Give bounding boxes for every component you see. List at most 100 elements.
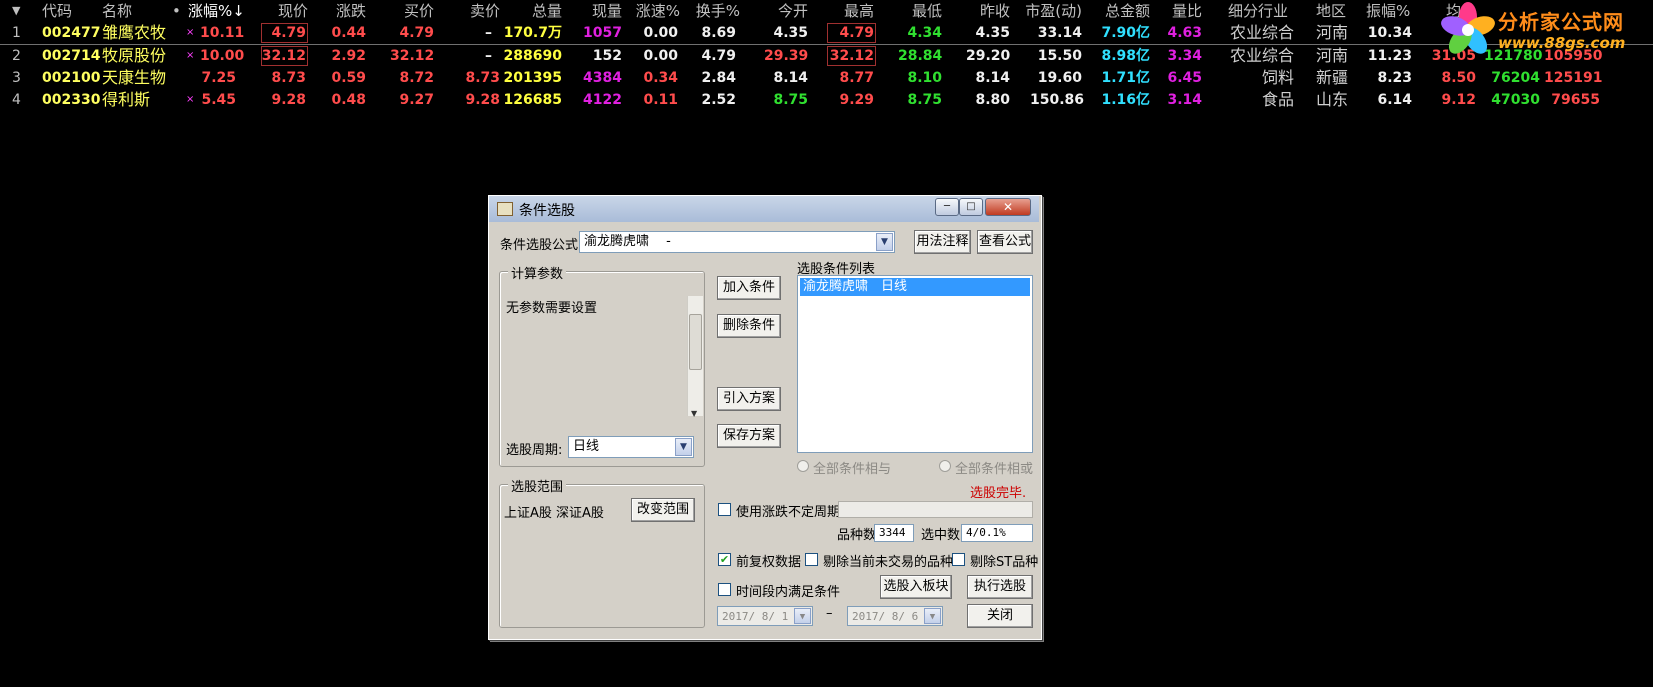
row-bid: 8.72 xyxy=(399,70,434,86)
col-low[interactable]: 最低 xyxy=(898,0,942,22)
row-industry: 饲料 xyxy=(1261,68,1294,87)
maximize-button[interactable]: □ xyxy=(959,198,983,216)
scope-text: 上证A股 深证A股 xyxy=(504,506,604,521)
row-price: 32.12 xyxy=(260,45,309,67)
chevron-down-icon[interactable]: ▼ xyxy=(675,438,692,456)
col-pe[interactable]: 市盈(动) xyxy=(1022,0,1082,22)
formula-select[interactable]: 渝龙腾虎啸 - ▼ xyxy=(579,231,895,253)
params-scrollbar[interactable]: ▼ xyxy=(687,296,703,418)
count-label: 品种数 xyxy=(837,528,877,543)
scroll-down-icon[interactable]: ▼ xyxy=(691,409,697,418)
usage-notes-button[interactable]: 用法注释 xyxy=(914,230,971,254)
row-region: 新疆 xyxy=(1316,68,1349,87)
table-row[interactable]: 3 002100 天康生物 7.25 8.73 0.59 8.72 8.73 2… xyxy=(0,67,1653,89)
add-condition-button[interactable]: 加入条件 xyxy=(717,276,781,300)
delete-condition-button[interactable]: 删除条件 xyxy=(717,314,781,338)
col-amp[interactable]: 振幅% xyxy=(1366,0,1410,22)
row-amount: 8.98亿 xyxy=(1101,48,1150,64)
row-mark: × xyxy=(186,27,195,38)
row-curvol: 4384 xyxy=(583,70,622,86)
exclude-no-trade-checkbox[interactable] xyxy=(805,553,818,566)
chevron-down-icon[interactable]: ▼ xyxy=(876,233,893,251)
close-button[interactable]: 关闭 xyxy=(967,604,1033,628)
flex-period-field[interactable] xyxy=(838,501,1033,518)
selected-label: 选中数 xyxy=(921,528,961,543)
list-item[interactable]: 渝龙腾虎啸 日线 xyxy=(800,278,1030,296)
table-row[interactable]: 2 002714 牧原股份 × 10.00 32.12 2.92 32.12 –… xyxy=(0,45,1653,67)
col-amount[interactable]: 总金额 xyxy=(1100,0,1150,22)
col-curvol[interactable]: 现量 xyxy=(578,0,622,22)
row-index: 2 xyxy=(12,48,21,64)
date-from-field[interactable]: 2017/ 8/ 1 ▼ xyxy=(717,606,813,626)
col-bid[interactable]: 买价 xyxy=(390,0,434,22)
logo-title: 分析家公式网 xyxy=(1498,10,1624,34)
row-prev: 8.14 xyxy=(975,70,1010,86)
row-vr: 3.34 xyxy=(1167,48,1202,64)
col-pct[interactable]: 涨幅%↓ xyxy=(188,0,245,22)
col-industry[interactable]: 细分行业 xyxy=(1228,0,1288,22)
view-formula-button[interactable]: 查看公式 xyxy=(977,230,1033,254)
row-vr: 3.14 xyxy=(1167,92,1202,108)
row-index: 4 xyxy=(12,92,21,108)
menu-arrow-icon[interactable]: ▼ xyxy=(12,0,20,22)
col-speed[interactable]: 涨速% xyxy=(630,0,680,22)
radio-or-label: 全部条件相或 xyxy=(955,462,1034,477)
time-range-label: 时间段内满足条件 xyxy=(736,585,841,600)
col-high[interactable]: 最高 xyxy=(830,0,874,22)
pinwheel-logo-icon xyxy=(1441,2,1495,54)
selected-field: 4/0.1% xyxy=(961,524,1033,542)
scope-group-label: 选股范围 xyxy=(508,476,567,495)
col-region[interactable]: 地区 xyxy=(1316,0,1346,22)
col-vol[interactable]: 总量 xyxy=(518,0,562,22)
col-name[interactable]: 名称 xyxy=(102,0,132,22)
row-amp: 11.23 xyxy=(1367,48,1412,64)
period-select[interactable]: 日线 ▼ xyxy=(568,436,694,458)
table-row[interactable]: 1 002477 雏鹰农牧 × 10.11 4.79 0.44 4.79 – 1… xyxy=(0,22,1653,45)
row-extra-a: 76204 xyxy=(1491,70,1540,86)
table-row[interactable]: 4 002330 得利斯 × 5.45 9.28 0.48 9.27 9.28 … xyxy=(0,89,1653,111)
chevron-down-icon[interactable]: ▼ xyxy=(924,608,941,624)
col-chg[interactable]: 涨跌 xyxy=(322,0,366,22)
row-high: 9.29 xyxy=(839,92,874,108)
scroll-thumb[interactable] xyxy=(689,314,702,370)
pre-adjust-checkbox[interactable]: ✔ xyxy=(718,553,731,566)
period-label: 选股周期: xyxy=(506,443,563,458)
save-scheme-button[interactable]: 保存方案 xyxy=(717,424,781,448)
row-vol: 288690 xyxy=(503,48,562,64)
row-name: 得利斯 xyxy=(102,90,151,109)
col-code[interactable]: 代码 xyxy=(42,0,72,22)
row-pct: 10.00 xyxy=(200,48,245,64)
row-speed: 0.00 xyxy=(643,25,678,41)
row-low: 8.75 xyxy=(907,92,942,108)
date-to-field[interactable]: 2017/ 8/ 6 ▼ xyxy=(847,606,943,626)
col-prev[interactable]: 昨收 xyxy=(966,0,1010,22)
flex-period-checkbox[interactable] xyxy=(718,503,731,516)
grid-header: ▼ 代码 名称 • 涨幅%↓ 现价 涨跌 买价 卖价 总量 现量 涨速% 换手%… xyxy=(0,0,1653,22)
to-block-button[interactable]: 选股入板块 xyxy=(880,575,952,599)
col-price[interactable]: 现价 xyxy=(264,0,308,22)
row-high: 4.79 xyxy=(826,22,877,44)
change-scope-button[interactable]: 改变范围 xyxy=(631,498,695,522)
radio-or[interactable] xyxy=(939,460,951,472)
row-name: 牧原股份 xyxy=(102,46,167,65)
close-window-button[interactable]: ✕ xyxy=(985,198,1031,216)
col-open[interactable]: 今开 xyxy=(764,0,808,22)
row-extra-b: 125191 xyxy=(1544,70,1603,86)
date-separator: – xyxy=(826,606,833,621)
execute-select-button[interactable]: 执行选股 xyxy=(967,575,1033,599)
col-ask[interactable]: 卖价 xyxy=(456,0,500,22)
time-range-checkbox[interactable] xyxy=(718,583,731,596)
radio-and[interactable] xyxy=(797,460,809,472)
col-vr[interactable]: 量比 xyxy=(1158,0,1202,22)
scope-group: 选股范围 上证A股 深证A股 改变范围 xyxy=(499,476,705,628)
condition-list[interactable]: 渝龙腾虎啸 日线 xyxy=(797,275,1033,453)
row-prev: 8.80 xyxy=(975,92,1010,108)
dialog-titlebar[interactable]: 条件选股 ─ □ ✕ xyxy=(489,196,1039,222)
exclude-st-checkbox[interactable] xyxy=(952,553,965,566)
minimize-button[interactable]: ─ xyxy=(935,198,959,216)
col-turn[interactable]: 换手% xyxy=(690,0,740,22)
row-low: 28.84 xyxy=(898,48,943,64)
logo-url: www.88gs.com xyxy=(1498,34,1626,52)
import-scheme-button[interactable]: 引入方案 xyxy=(717,387,781,411)
chevron-down-icon[interactable]: ▼ xyxy=(794,608,811,624)
